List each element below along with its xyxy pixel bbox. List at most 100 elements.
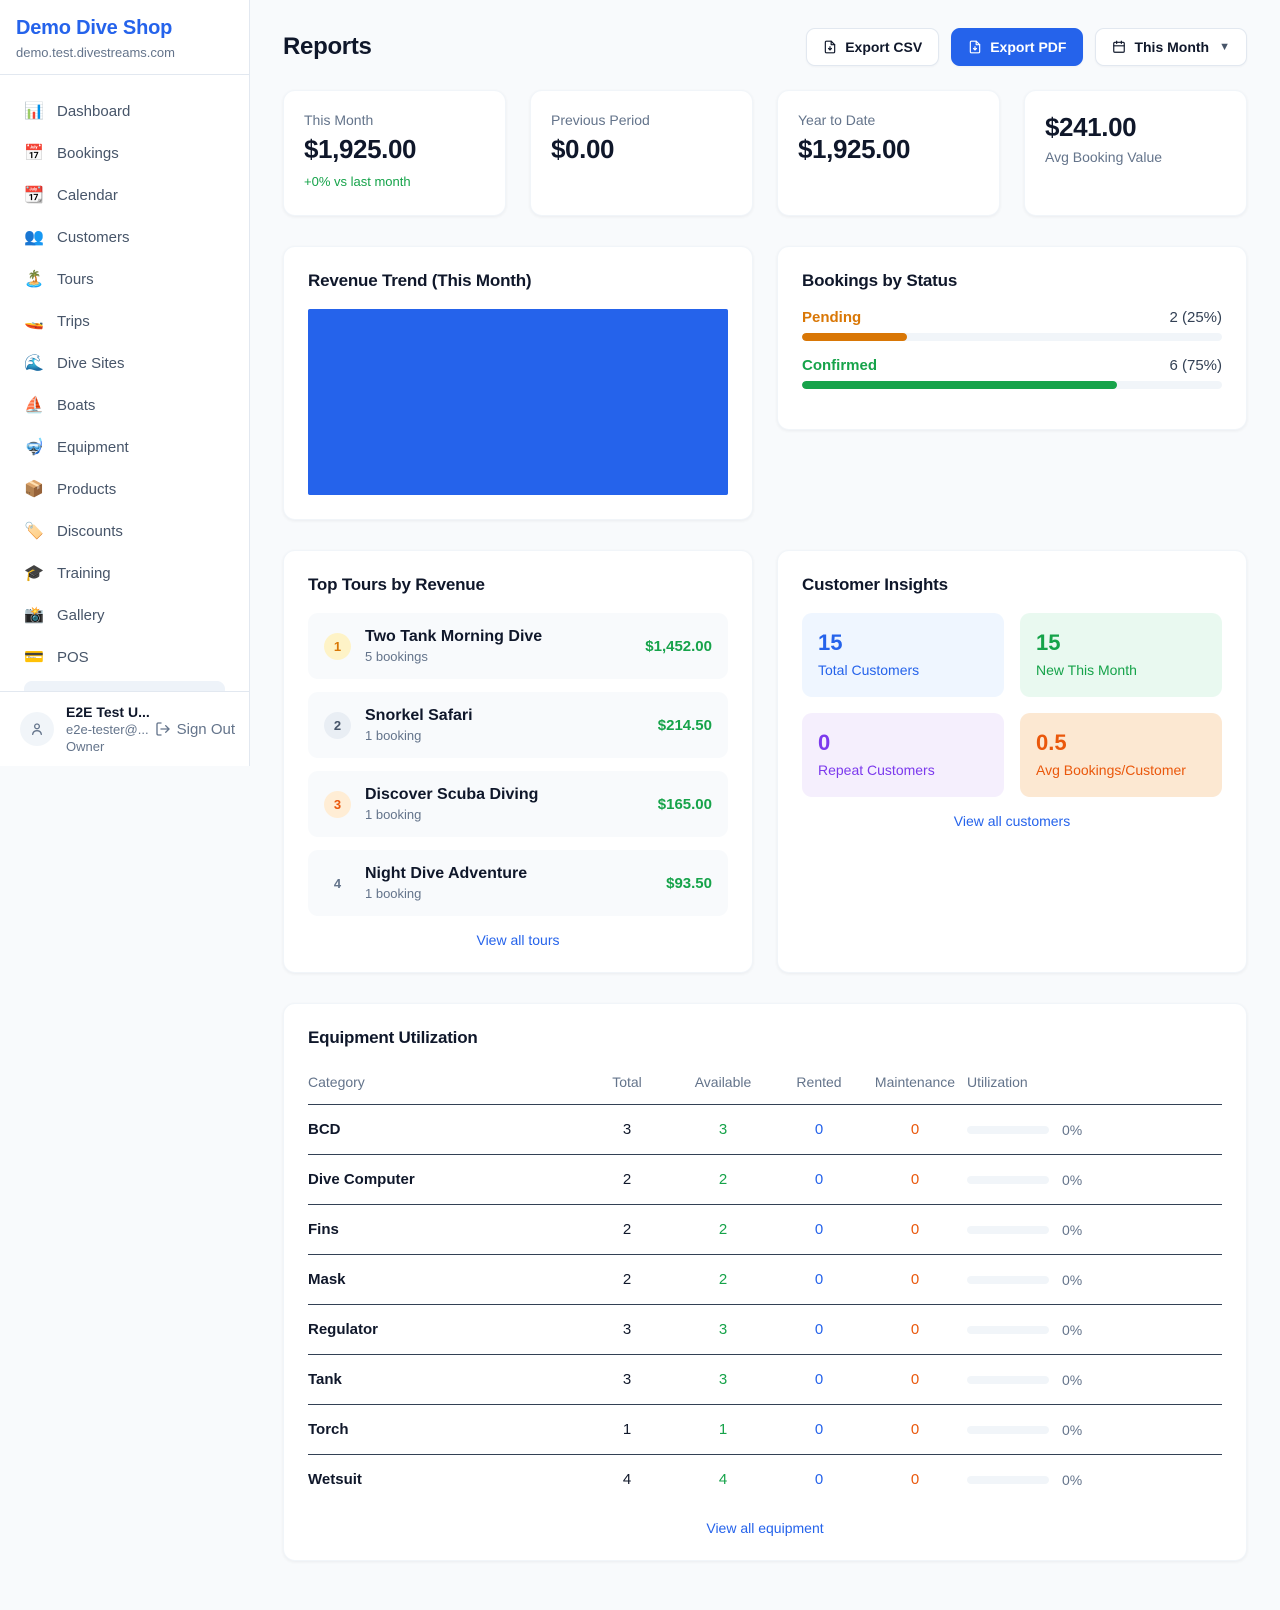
customer-insights-panel: Customer Insights 15 Total Customers 15 … bbox=[777, 550, 1247, 973]
column-header-available: Available bbox=[679, 1066, 775, 1105]
progress-track bbox=[802, 381, 1222, 389]
tour-name: Night Dive Adventure bbox=[365, 865, 652, 883]
sidebar-item-calendar[interactable]: 📆 Calendar bbox=[12, 175, 237, 215]
utilization-bar bbox=[967, 1376, 1049, 1384]
sidebar-item-training[interactable]: 🎓 Training bbox=[12, 553, 237, 593]
cell-utilization: 0% bbox=[967, 1205, 1222, 1255]
utilization-percent: 0% bbox=[1062, 1122, 1082, 1138]
insight-value: 15 bbox=[1036, 630, 1206, 656]
cell-category: Tank bbox=[308, 1355, 583, 1405]
user-email: e2e-tester@... bbox=[66, 722, 143, 737]
sidebar-item-boats[interactable]: ⛵ Boats bbox=[12, 385, 237, 425]
tour-row: 3 Discover Scuba Diving 1 booking $165.0… bbox=[308, 771, 728, 837]
view-all-customers-link[interactable]: View all customers bbox=[802, 813, 1222, 829]
sidebar-item-tours[interactable]: 🏝️ Tours bbox=[12, 259, 237, 299]
sidebar-item-gallery[interactable]: 📸 Gallery bbox=[12, 595, 237, 635]
cell-maintenance: 0 bbox=[871, 1355, 967, 1405]
sidebar-item-label: Trips bbox=[57, 313, 90, 330]
utilization-percent: 0% bbox=[1062, 1472, 1082, 1488]
sidebar-item-dashboard[interactable]: 📊 Dashboard bbox=[12, 91, 237, 131]
tour-amount: $214.50 bbox=[658, 717, 712, 734]
user-block: E2E Test U... e2e-tester@... Owner Sign … bbox=[0, 691, 249, 766]
cell-available: 2 bbox=[679, 1205, 775, 1255]
cell-rented: 0 bbox=[775, 1355, 871, 1405]
insights-row: Top Tours by Revenue 1 Two Tank Morning … bbox=[283, 550, 1247, 973]
stat-value: $1,925.00 bbox=[304, 134, 485, 165]
brand-domain: demo.test.divestreams.com bbox=[16, 45, 233, 60]
customers-icon: 👥 bbox=[24, 227, 44, 247]
sign-out-button[interactable]: Sign Out bbox=[155, 721, 235, 738]
rank-badge: 3 bbox=[324, 791, 351, 818]
cell-utilization: 0% bbox=[967, 1355, 1222, 1405]
column-header-maintenance: Maintenance bbox=[871, 1066, 967, 1105]
table-row: Regulator 3 3 0 0 0% bbox=[308, 1305, 1222, 1355]
utilization-percent: 0% bbox=[1062, 1172, 1082, 1188]
brand-name[interactable]: Demo Dive Shop bbox=[16, 17, 233, 40]
table-row: BCD 3 3 0 0 0% bbox=[308, 1105, 1222, 1155]
sidebar-item-products[interactable]: 📦 Products bbox=[12, 469, 237, 509]
view-all-tours-link[interactable]: View all tours bbox=[308, 932, 728, 948]
page-header: Reports Export CSV Export PDF bbox=[283, 28, 1247, 66]
stat-value: $241.00 bbox=[1045, 112, 1226, 143]
sidebar-item-label: Boats bbox=[57, 397, 95, 414]
main-content: Reports Export CSV Export PDF bbox=[250, 0, 1280, 1606]
user-meta: E2E Test U... e2e-tester@... Owner bbox=[66, 704, 143, 754]
stat-delta: +0% vs last month bbox=[304, 174, 485, 189]
sidebar-item-selected-partial[interactable] bbox=[24, 681, 225, 691]
view-all-equipment-link[interactable]: View all equipment bbox=[308, 1520, 1222, 1536]
cell-utilization: 0% bbox=[967, 1405, 1222, 1455]
period-selector[interactable]: This Month ▼ bbox=[1095, 28, 1247, 66]
calendar-icon: 📆 bbox=[24, 185, 44, 205]
progress-fill-pending bbox=[802, 333, 907, 341]
stats-grid: This Month $1,925.00 +0% vs last month P… bbox=[283, 90, 1247, 216]
camera-icon: 📸 bbox=[24, 605, 44, 625]
tag-icon: 🏷️ bbox=[24, 521, 44, 541]
revenue-trend-title: Revenue Trend (This Month) bbox=[308, 271, 728, 291]
cell-available: 4 bbox=[679, 1455, 775, 1505]
cell-maintenance: 0 bbox=[871, 1205, 967, 1255]
insight-label: Avg Bookings/Customer bbox=[1036, 762, 1206, 778]
equipment-table: Category Total Available Rented Maintena… bbox=[308, 1066, 1222, 1504]
stat-card-previous-period: Previous Period $0.00 bbox=[530, 90, 753, 216]
cell-utilization: 0% bbox=[967, 1155, 1222, 1205]
user-role: Owner bbox=[66, 739, 143, 754]
sidebar-item-dive-sites[interactable]: 🌊 Dive Sites bbox=[12, 343, 237, 383]
sidebar-item-label: Gallery bbox=[57, 607, 105, 624]
insight-tile-total-customers: 15 Total Customers bbox=[802, 613, 1004, 697]
sidebar-nav: 📊 Dashboard 📅 Bookings 📆 Calendar 👥 Cust… bbox=[0, 75, 249, 691]
tour-amount: $165.00 bbox=[658, 796, 712, 813]
export-csv-button[interactable]: Export CSV bbox=[806, 28, 939, 66]
cell-utilization: 0% bbox=[967, 1305, 1222, 1355]
tour-name: Snorkel Safari bbox=[365, 707, 644, 725]
cell-category: Fins bbox=[308, 1205, 583, 1255]
sailboat-icon: ⛵ bbox=[24, 395, 44, 415]
sidebar-item-pos[interactable]: 💳 POS bbox=[12, 637, 237, 677]
sidebar-item-trips[interactable]: 🚤 Trips bbox=[12, 301, 237, 341]
cell-rented: 0 bbox=[775, 1105, 871, 1155]
insight-value: 0.5 bbox=[1036, 730, 1206, 756]
cell-category: Dive Computer bbox=[308, 1155, 583, 1205]
user-name: E2E Test U... bbox=[66, 704, 143, 720]
sidebar-item-equipment[interactable]: 🤿 Equipment bbox=[12, 427, 237, 467]
sidebar-item-bookings[interactable]: 📅 Bookings bbox=[12, 133, 237, 173]
charts-row: Revenue Trend (This Month) Bookings by S… bbox=[283, 246, 1247, 520]
utilization-percent: 0% bbox=[1062, 1272, 1082, 1288]
sidebar-item-label: Equipment bbox=[57, 439, 129, 456]
export-pdf-button[interactable]: Export PDF bbox=[951, 28, 1083, 66]
tour-row: 4 Night Dive Adventure 1 booking $93.50 bbox=[308, 850, 728, 916]
cell-category: Regulator bbox=[308, 1305, 583, 1355]
table-row: Torch 1 1 0 0 0% bbox=[308, 1405, 1222, 1455]
cell-maintenance: 0 bbox=[871, 1255, 967, 1305]
sidebar-item-customers[interactable]: 👥 Customers bbox=[12, 217, 237, 257]
insight-tile-repeat-customers: 0 Repeat Customers bbox=[802, 713, 1004, 797]
insight-grid: 15 Total Customers 15 New This Month 0 R… bbox=[802, 613, 1222, 797]
cell-utilization: 0% bbox=[967, 1105, 1222, 1155]
insight-label: Total Customers bbox=[818, 662, 988, 678]
sidebar-item-discounts[interactable]: 🏷️ Discounts bbox=[12, 511, 237, 551]
tour-amount: $93.50 bbox=[666, 875, 712, 892]
top-tours-panel: Top Tours by Revenue 1 Two Tank Morning … bbox=[283, 550, 753, 973]
person-icon bbox=[29, 721, 45, 737]
cell-available: 3 bbox=[679, 1355, 775, 1405]
insight-label: New This Month bbox=[1036, 662, 1206, 678]
cell-total: 2 bbox=[583, 1155, 679, 1205]
